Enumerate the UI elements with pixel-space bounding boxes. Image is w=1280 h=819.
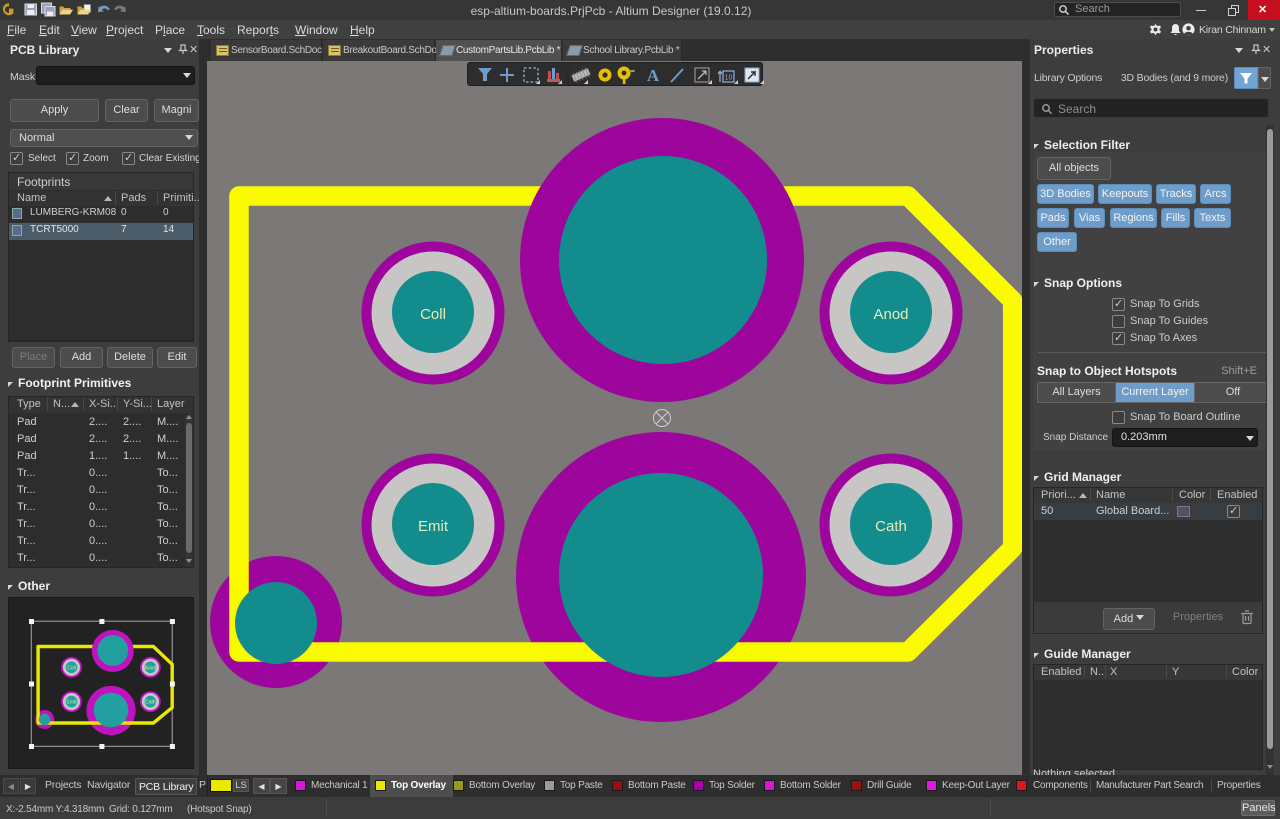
svg-text:Cath: Cath [875, 518, 907, 535]
svg-text:Emit: Emit [418, 518, 449, 535]
svg-text:Anod: Anod [145, 665, 157, 671]
svg-text:Coll: Coll [420, 306, 446, 323]
svg-text:Anod: Anod [873, 306, 908, 323]
svg-text:A: A [647, 66, 660, 85]
svg-text:Cath: Cath [145, 700, 156, 706]
svg-text:Emit: Emit [67, 700, 78, 706]
svg-text:Coll: Coll [67, 665, 76, 671]
svg-text:10: 10 [725, 75, 733, 82]
